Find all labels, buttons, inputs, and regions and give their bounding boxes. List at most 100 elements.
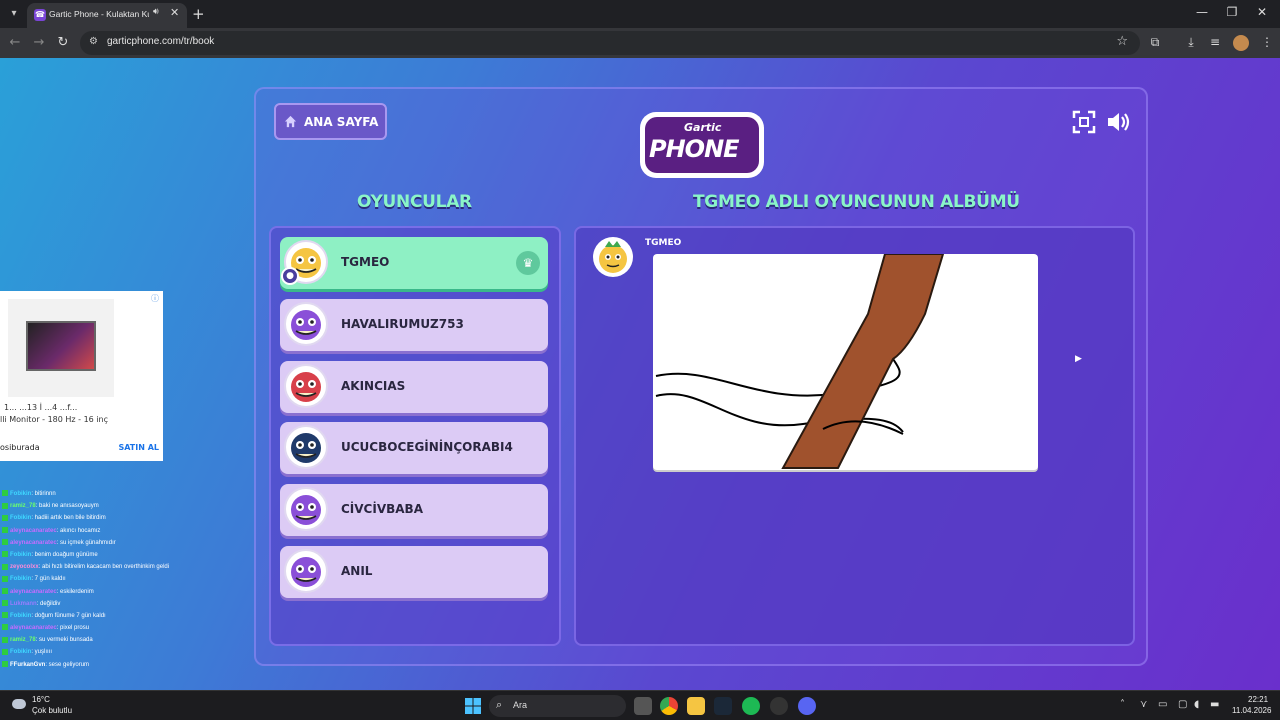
home-button[interactable]: ANA SAYFA [274, 103, 387, 140]
player-avatar [284, 302, 328, 346]
chat-username: ramiz_78 [10, 503, 36, 510]
gartic-phone-logo: Gartic PHONE [640, 104, 764, 179]
player-avatar [284, 487, 328, 531]
chat-badge-icon [2, 502, 8, 509]
chat-text: : sese geliyorum [45, 661, 90, 668]
close-tab-icon[interactable]: ✕ [170, 6, 179, 19]
download-icon[interactable]: ⤓ [1182, 35, 1200, 50]
stream-chat: Fobikin: bitirinnn ramiz_78: baki ne anıs… [2, 488, 252, 671]
chrome-icon[interactable] [660, 697, 678, 715]
album-drawing [653, 253, 1038, 470]
player-card[interactable]: TGMEO ♛ ● [280, 237, 548, 289]
settings-gear-icon[interactable] [770, 697, 788, 715]
speaker-icon[interactable]: 🔊︎ [153, 7, 159, 17]
url-text[interactable]: garticphone.com/tr/book [107, 36, 214, 47]
tab-title: Gartic Phone - Kulaktan Kulağa [49, 9, 149, 19]
chat-badge-icon [2, 600, 8, 607]
mic-icon[interactable]: ⋎ [1140, 699, 1147, 710]
battery-icon[interactable]: ▬ [1210, 699, 1219, 710]
ad-banner[interactable]: ⓘ 1... ...13 İ ...4 ...f... lli Monitor … [0, 291, 163, 461]
chat-text: : abi hızlı bitirelim kacacam ben overth… [38, 564, 170, 571]
weather-temperature[interactable]: 16°C [32, 695, 50, 704]
clock-date[interactable]: 11.04.2026 [1232, 706, 1271, 715]
weather-description[interactable]: Çok bulutlu [32, 706, 72, 715]
mouse-cursor-icon: ▶ [1075, 354, 1082, 364]
cloud-icon[interactable] [12, 699, 26, 709]
album-player-avatar [593, 237, 633, 277]
monitor-image [26, 321, 96, 371]
chat-badge-icon [2, 612, 8, 619]
site-info-icon[interactable]: ⚙ [89, 36, 98, 47]
gartic-favicon-icon: ☎ [34, 9, 46, 21]
restore-icon[interactable]: ❐ [1222, 5, 1242, 19]
game-page: ⓘ 1... ...13 İ ...4 ...f... lli Monitor … [0, 58, 1280, 690]
player-card[interactable]: UCUCBOCEGİNİNÇORABI4 [280, 422, 548, 474]
tray-app-icon[interactable]: ▭ [1158, 699, 1167, 710]
chat-text: : benim doağum günüme [31, 551, 98, 558]
spotify-icon[interactable] [742, 697, 760, 715]
browser-tab[interactable]: ☎ Gartic Phone - Kulaktan Kulağa 🔊︎ ✕ [27, 3, 187, 28]
volume-tray-icon[interactable]: ◖ [1194, 699, 1199, 710]
tab-search-icon[interactable]: ▾ [6, 6, 22, 22]
drawing-canvas [655, 253, 945, 469]
windows-start-icon[interactable] [465, 698, 481, 714]
minimize-icon[interactable]: — [1192, 5, 1212, 19]
player-name: AKINCIAS [341, 379, 406, 393]
file-explorer-icon[interactable] [687, 697, 705, 715]
player-card[interactable]: HAVALIRUMUZ753 [280, 299, 548, 351]
player-name: CİVCİVBABA [341, 502, 423, 516]
chat-username: ramiz_78 [10, 637, 36, 644]
chat-message: aleynacanaratec: akıncı hocamız [2, 525, 252, 537]
chat-text: : su vermeki bunsada [35, 637, 93, 644]
extensions-icon[interactable]: ⧉ [1146, 35, 1164, 50]
reload-icon[interactable]: ↻ [55, 35, 71, 50]
chat-username: aleynacanaratec [10, 527, 57, 534]
tray-chevron-icon[interactable]: ˄ [1120, 699, 1125, 710]
chat-message: Fobikin: benim doağum günüme [2, 549, 252, 561]
chat-badge-icon [2, 636, 8, 643]
steam-icon[interactable] [714, 697, 732, 715]
chat-message: aleynacanaratec: su içmek günahmıdır [2, 537, 252, 549]
crown-icon: ♛ [516, 251, 540, 275]
chat-text: : su içmek günahmıdır [56, 539, 116, 546]
taskbar-search[interactable]: ⌕ Ara [489, 695, 626, 717]
chat-message: ramiz_78: su vermeki bunsada [2, 634, 252, 646]
close-window-icon[interactable]: ✕ [1252, 5, 1272, 19]
browser-menu-icon[interactable]: ⋮ [1258, 35, 1276, 49]
chat-username: Lukmann [10, 600, 37, 607]
player-card[interactable]: ANIL [280, 546, 548, 598]
character-avatar-icon [291, 372, 321, 402]
ad-info-icon[interactable]: ⓘ [151, 293, 159, 304]
player-card[interactable]: AKINCIAS [280, 361, 548, 413]
chat-badge-icon [2, 514, 8, 521]
fullscreen-icon[interactable] [1071, 109, 1097, 135]
chat-message: aleynacanaratec: pixel prosu [2, 622, 252, 634]
chat-username: aleynacanaratec [10, 539, 57, 546]
player-avatar [284, 549, 328, 593]
forward-icon[interactable]: → [31, 35, 47, 50]
player-card[interactable]: CİVCİVBABA [280, 484, 548, 536]
clock-time[interactable]: 22:21 [1248, 695, 1268, 704]
network-icon[interactable]: ▢ [1178, 699, 1187, 710]
chat-text: : eskilerdenim [56, 588, 94, 595]
media-control-icon[interactable]: ≡ [1206, 35, 1224, 49]
volume-icon[interactable] [1106, 109, 1132, 135]
discord-icon[interactable] [798, 697, 816, 715]
back-icon[interactable]: ← [7, 35, 23, 50]
windows-taskbar: 16°C Çok bulutlu ⌕ Ara ˄ ⋎ ▭ ▢ ◖ ▬ 22:21… [0, 690, 1280, 720]
chat-username: Fobikin [10, 649, 32, 656]
address-bar[interactable]: ⚙ garticphone.com/tr/book ☆ [80, 31, 1140, 55]
chat-message: Fobikin: 7 gün kaldıı [2, 573, 252, 585]
pineapple-avatar-icon [599, 241, 627, 273]
player-avatar [284, 364, 328, 408]
new-tab-icon[interactable]: + [192, 5, 205, 23]
search-placeholder: Ara [513, 700, 528, 710]
chat-badge-icon [2, 587, 8, 594]
chat-badge-icon [2, 490, 8, 497]
task-view-icon[interactable] [634, 697, 652, 715]
profile-avatar[interactable] [1233, 35, 1249, 51]
ad-buy-button[interactable]: SATIN AL [118, 443, 159, 452]
bookmark-star-icon[interactable]: ☆ [1116, 34, 1128, 49]
chat-text: : bitirinnn [31, 491, 56, 497]
chat-badge-icon [2, 563, 8, 570]
